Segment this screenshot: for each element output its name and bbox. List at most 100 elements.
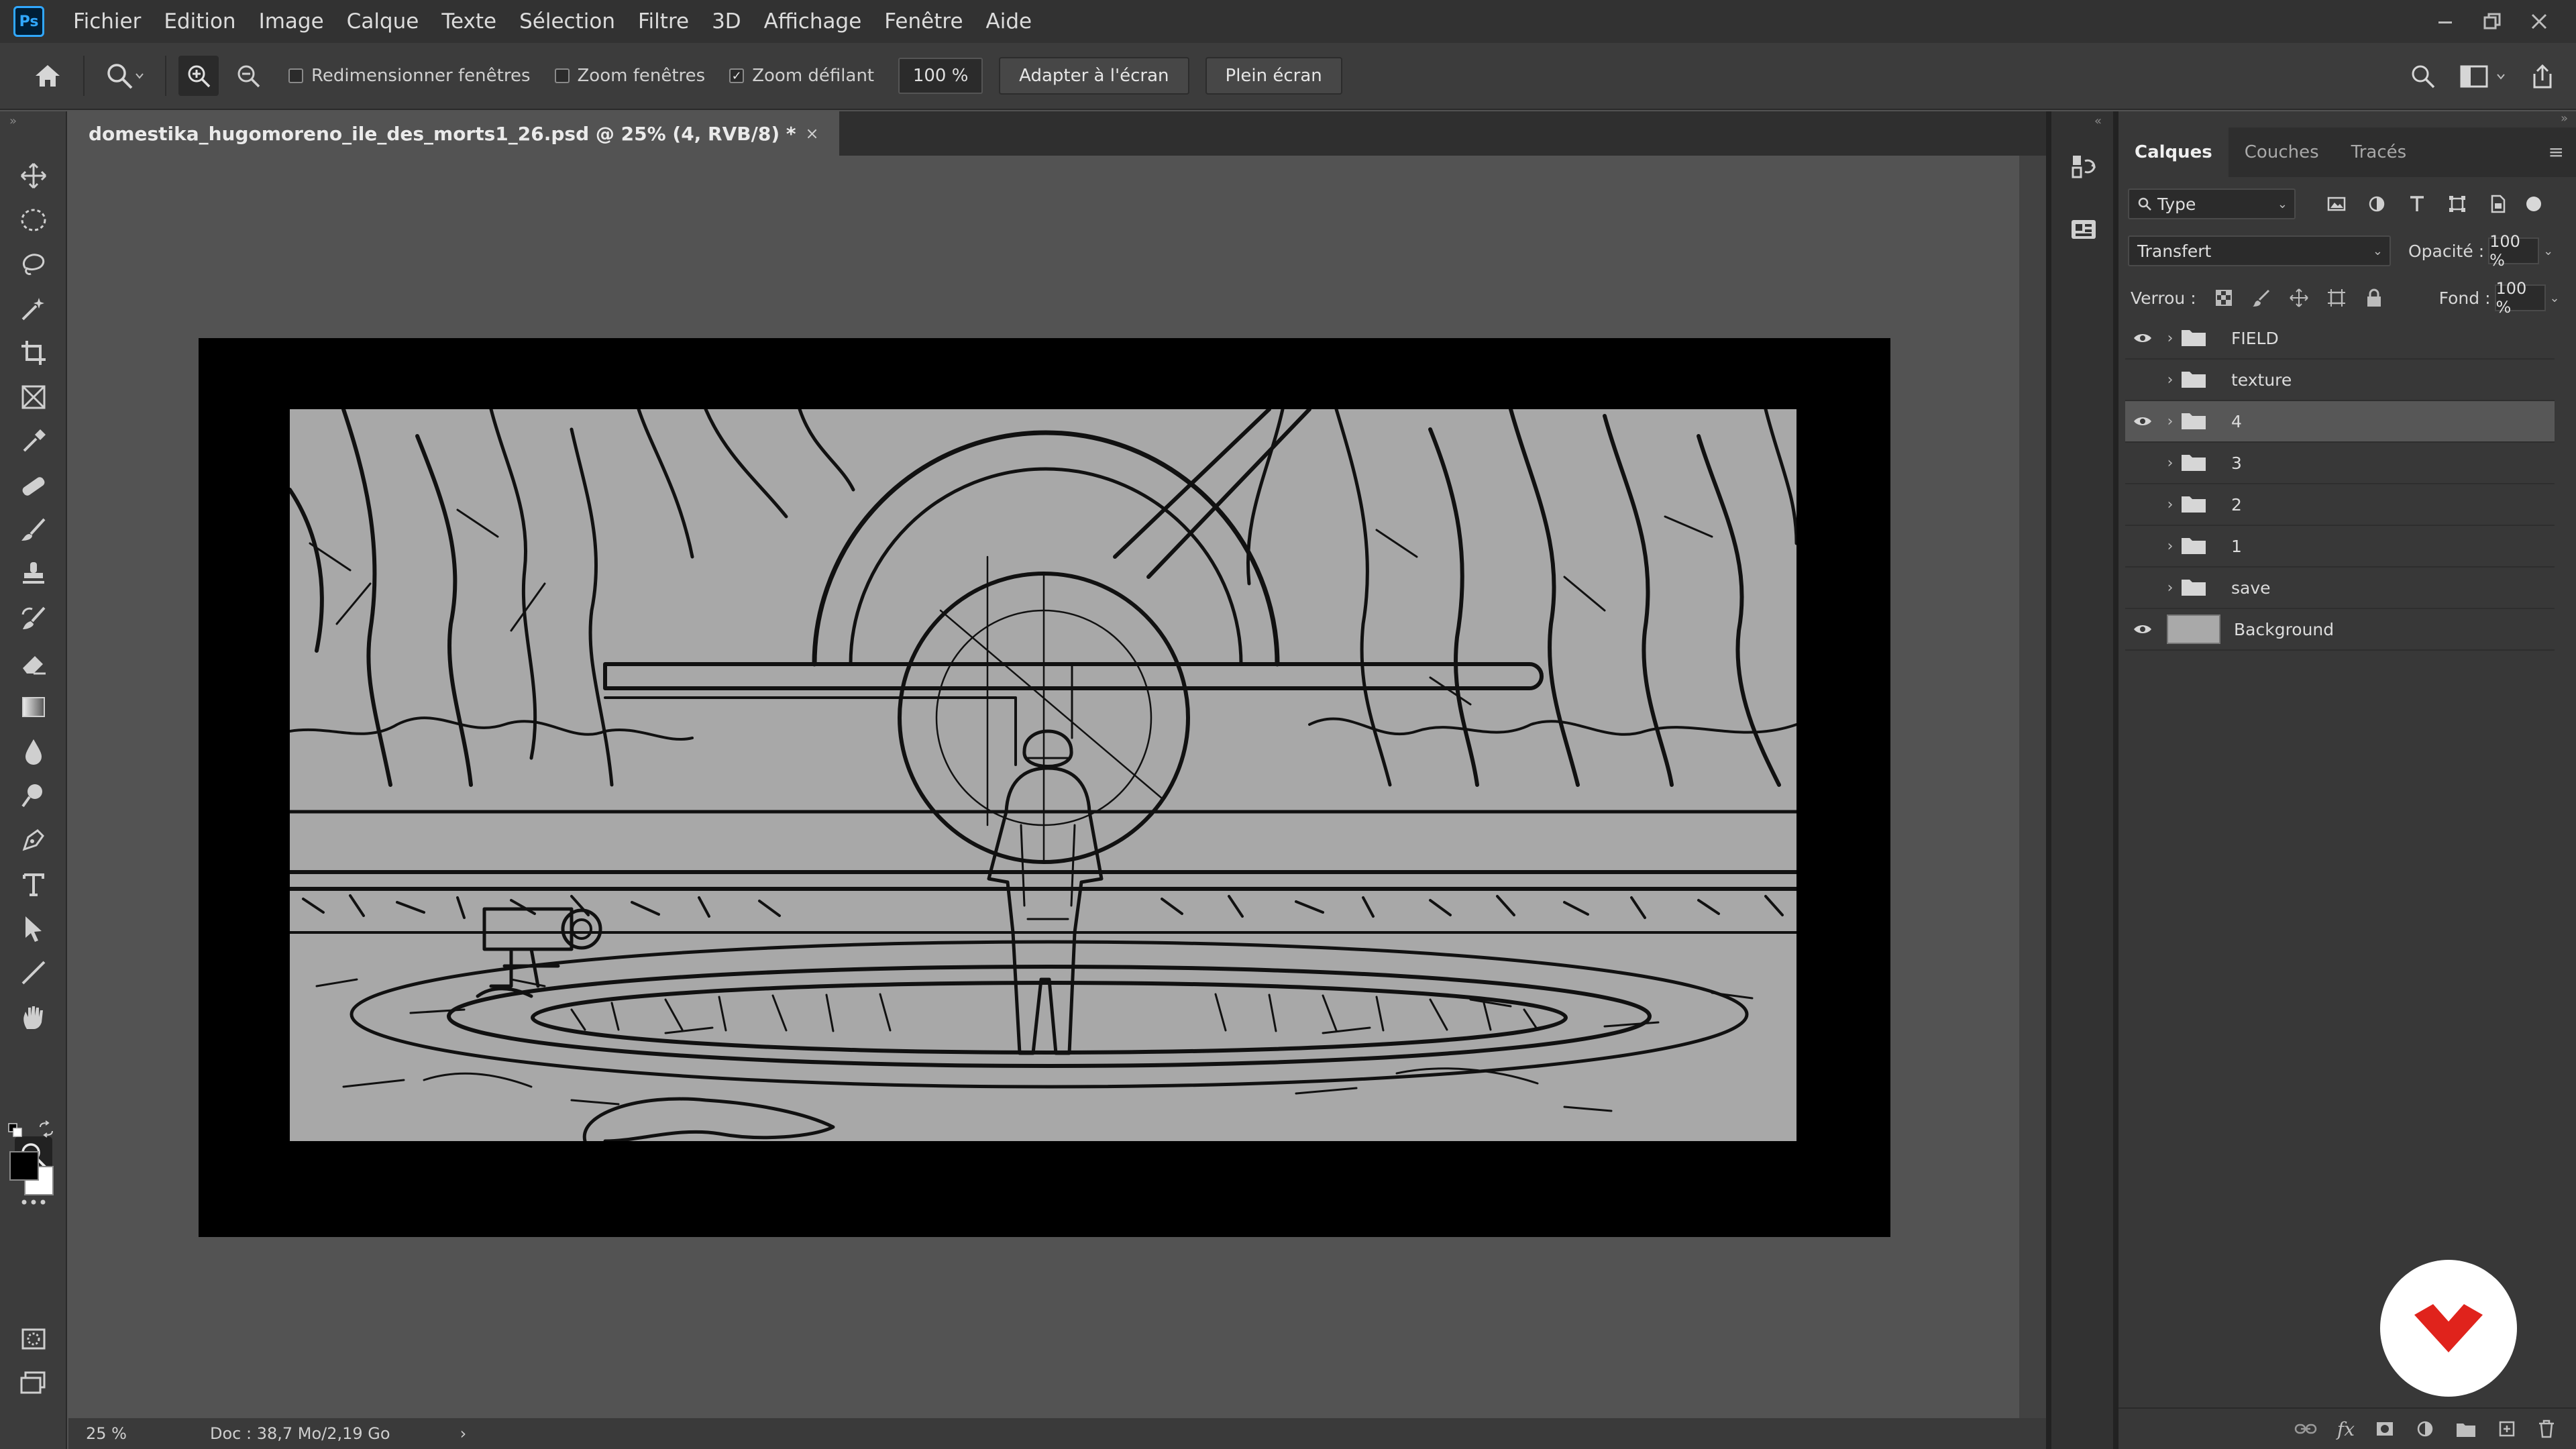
- shape-filter-icon[interactable]: [2447, 194, 2467, 214]
- clone-stamp-tool[interactable]: [15, 555, 52, 593]
- collapse-arrows-icon[interactable]: »: [2561, 111, 2568, 125]
- properties-panel-button[interactable]: [2065, 148, 2102, 185]
- layer-row[interactable]: › 1: [2125, 526, 2555, 568]
- type-tool[interactable]: [15, 865, 52, 903]
- lasso-tool[interactable]: [15, 246, 52, 283]
- resize-windows-checkbox[interactable]: Redimensionner fenêtres: [288, 66, 531, 86]
- blur-tool[interactable]: [15, 733, 52, 770]
- trash-icon[interactable]: [2537, 1419, 2556, 1439]
- zoom-in-button[interactable]: [178, 56, 219, 96]
- visibility-toggle[interactable]: [2125, 567, 2160, 608]
- layer-row[interactable]: › 3: [2125, 443, 2555, 484]
- swap-colors-icon[interactable]: [38, 1120, 55, 1138]
- zoom-percent-field[interactable]: 100 %: [898, 58, 983, 94]
- zoom-out-button[interactable]: [228, 56, 268, 96]
- adjustment-filter-icon[interactable]: [2367, 194, 2387, 214]
- lock-image-pixels-icon[interactable]: [2251, 288, 2271, 308]
- new-group-icon[interactable]: [2455, 1419, 2477, 1438]
- menu-item-fichier[interactable]: Fichier: [62, 0, 152, 43]
- crop-tool[interactable]: [15, 334, 52, 372]
- foreground-color-swatch[interactable]: [9, 1151, 39, 1181]
- new-adjustment-layer-icon[interactable]: [2415, 1419, 2435, 1439]
- layer-row[interactable]: › save: [2125, 568, 2555, 609]
- line-tool[interactable]: [15, 954, 52, 991]
- type-filter-icon[interactable]: [2407, 194, 2427, 214]
- status-menu-arrow[interactable]: ›: [460, 1424, 467, 1443]
- artwork-sketch[interactable]: [290, 409, 1796, 1141]
- document-tab[interactable]: domestika_hugomoreno_ile_des_morts1_26.p…: [68, 111, 839, 156]
- screen-mode-button[interactable]: [15, 1364, 52, 1402]
- chevron-right-icon[interactable]: ›: [2160, 580, 2180, 596]
- minimize-button[interactable]: [2422, 5, 2469, 38]
- frame-tool[interactable]: [15, 378, 52, 416]
- layer-row[interactable]: › texture: [2125, 360, 2555, 401]
- marquee-tool[interactable]: [15, 201, 52, 239]
- dodge-tool[interactable]: [15, 777, 52, 814]
- collapse-arrows-icon[interactable]: «: [2094, 114, 2102, 128]
- restore-button[interactable]: [2469, 5, 2516, 38]
- menu-item-image[interactable]: Image: [248, 0, 335, 43]
- chevron-right-icon[interactable]: ›: [2160, 455, 2180, 472]
- default-colors-icon[interactable]: [8, 1123, 23, 1138]
- zoom-level[interactable]: 25 %: [86, 1424, 127, 1443]
- smart-object-filter-icon[interactable]: [2487, 194, 2508, 214]
- tab-paths[interactable]: Tracés: [2335, 127, 2423, 177]
- hand-tool[interactable]: [15, 998, 52, 1036]
- zoom-tool-preset[interactable]: [97, 52, 153, 99]
- chevron-right-icon[interactable]: ›: [2160, 330, 2180, 347]
- lock-position-icon[interactable]: [2289, 288, 2309, 308]
- new-layer-icon[interactable]: [2497, 1419, 2517, 1439]
- history-brush-tool[interactable]: [15, 600, 52, 637]
- menu-item-aide[interactable]: Aide: [975, 0, 1044, 43]
- layer-row[interactable]: Background: [2125, 609, 2555, 651]
- tab-channels[interactable]: Couches: [2229, 127, 2335, 177]
- workspace-button[interactable]: [2459, 64, 2506, 89]
- chevron-right-icon[interactable]: ›: [2160, 496, 2180, 513]
- visibility-toggle[interactable]: [2125, 525, 2160, 567]
- search-button[interactable]: [2410, 63, 2436, 90]
- panel-menu-icon[interactable]: ≡: [2548, 141, 2564, 163]
- brush-tool[interactable]: [15, 511, 52, 549]
- close-icon[interactable]: ×: [806, 124, 819, 143]
- libraries-panel-button[interactable]: [2065, 212, 2102, 250]
- share-button[interactable]: [2529, 63, 2556, 90]
- layer-row[interactable]: › 2: [2125, 484, 2555, 526]
- eye-icon[interactable]: [2125, 608, 2160, 650]
- eye-icon[interactable]: [2125, 400, 2160, 442]
- scrubby-zoom-checkbox[interactable]: ✓ Zoom défilant: [729, 66, 874, 86]
- fit-screen-button[interactable]: Adapter à l'écran: [999, 57, 1189, 95]
- collapse-arrows-icon[interactable]: »: [9, 114, 17, 128]
- link-layers-icon[interactable]: [2294, 1421, 2317, 1436]
- gradient-tool[interactable]: [15, 688, 52, 726]
- close-window-button[interactable]: [2516, 5, 2563, 38]
- lock-all-icon[interactable]: [2364, 288, 2384, 308]
- pixel-filter-icon[interactable]: [2326, 194, 2347, 214]
- magic-wand-tool[interactable]: [15, 290, 52, 327]
- zoom-windows-checkbox[interactable]: Zoom fenêtres: [554, 66, 705, 86]
- pen-tool[interactable]: [15, 821, 52, 859]
- menu-item-3d[interactable]: 3D: [700, 0, 753, 43]
- menu-item-fen-tre[interactable]: Fenêtre: [873, 0, 974, 43]
- vertical-scrollbar[interactable]: [2019, 156, 2046, 1418]
- visibility-toggle[interactable]: [2125, 484, 2160, 525]
- add-mask-icon[interactable]: [2375, 1419, 2395, 1439]
- chevron-down-icon[interactable]: ⌄: [2543, 244, 2553, 258]
- color-swatches[interactable]: [9, 1151, 56, 1198]
- filter-type-dropdown[interactable]: Type ⌄: [2128, 189, 2296, 219]
- chevron-down-icon[interactable]: ⌄: [2550, 291, 2560, 305]
- eraser-tool[interactable]: [15, 644, 52, 682]
- quick-mask-button[interactable]: [15, 1320, 52, 1358]
- chevron-right-icon[interactable]: ›: [2160, 372, 2180, 388]
- eye-icon[interactable]: [2125, 317, 2160, 359]
- healing-brush-tool[interactable]: [15, 467, 52, 504]
- move-tool[interactable]: [15, 157, 52, 195]
- chevron-right-icon[interactable]: ›: [2160, 413, 2180, 430]
- tab-layers[interactable]: Calques: [2118, 127, 2229, 177]
- menu-item-texte[interactable]: Texte: [430, 0, 508, 43]
- path-selection-tool[interactable]: [15, 910, 52, 947]
- opacity-field[interactable]: 100 %: [2488, 232, 2540, 270]
- panel-divider[interactable]: [2046, 111, 2051, 1449]
- eyedropper-tool[interactable]: [15, 423, 52, 460]
- menu-item-filtre[interactable]: Filtre: [627, 0, 700, 43]
- home-button[interactable]: [24, 52, 71, 99]
